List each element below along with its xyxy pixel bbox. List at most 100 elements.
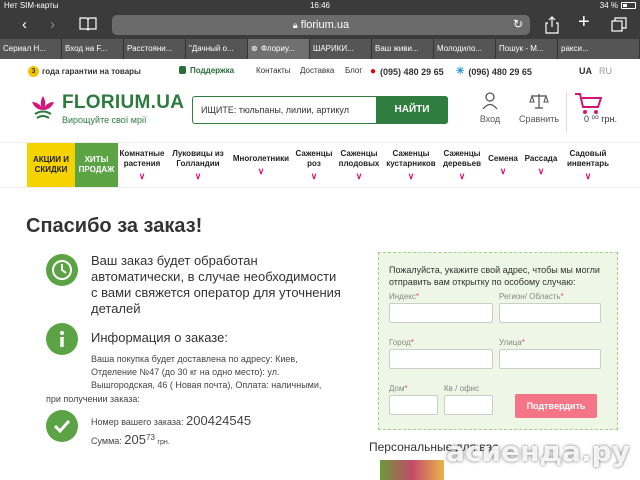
menu-tools[interactable]: Садовый инвентарь ∨ <box>562 143 614 187</box>
support-link[interactable]: Поддержка <box>178 65 234 75</box>
sum-currency: грн. <box>157 439 170 446</box>
login-button[interactable]: Вход <box>470 92 510 124</box>
brand-name: FLORIUM.UA <box>62 92 185 113</box>
compare-button[interactable]: Сравнить <box>519 92 559 124</box>
chevron-down-icon: ∨ <box>257 166 265 176</box>
chevron-down-icon: ∨ <box>355 171 363 181</box>
promo-image[interactable] <box>380 460 444 480</box>
chevron-down-icon: ∨ <box>138 171 146 181</box>
form-note: Пожалуйста, укажите свой адрес, чтобы мы… <box>389 265 600 287</box>
index-label: Индекс* <box>389 292 419 301</box>
url-text[interactable]: 🔒︎ florium.ua <box>112 19 530 31</box>
browser-tab[interactable]: ШАРИКИ... <box>310 39 372 59</box>
menu-fruit[interactable]: Саженцы плодовых ∨ <box>336 143 382 187</box>
top-info-bar: 3 года гарантии на товары Поддержка Конт… <box>0 59 640 84</box>
chevron-down-icon: ∨ <box>194 171 202 181</box>
guarantee-badge: 3 года гарантии на товары <box>28 66 141 77</box>
checkmark-icon <box>46 410 78 442</box>
tab-strip: Сериал Н... Вход на F... Расстояни... "Д… <box>0 39 640 59</box>
tabs-overview-icon[interactable] <box>611 17 627 36</box>
cart-button[interactable]: 0 ⁰⁰ грн. <box>574 92 617 124</box>
browser-tab[interactable]: Молодило... <box>434 39 496 59</box>
category-menu: АКЦИИ И СКИДКИ ХИТЫ ПРОДАЖ Комнатные рас… <box>0 142 640 188</box>
clock: 16:46 <box>309 1 331 10</box>
browser-tab[interactable]: "Дачный о... <box>186 39 248 59</box>
sum-cents: 73 <box>146 433 155 442</box>
blog-link[interactable]: Блог <box>345 66 362 75</box>
confirm-button[interactable]: Подтвердить <box>515 394 597 418</box>
house-label: Дом* <box>389 384 408 393</box>
search-form: ИЩИТЕ: тюльпаны, лилии, артикул НАЙТИ <box>192 96 448 124</box>
brand-tagline: Вирощуйте свої мрії <box>62 115 147 125</box>
browser-tab-active[interactable]: ⊗ Флориу... <box>248 39 310 59</box>
back-icon[interactable]: ‹ <box>22 17 27 32</box>
browser-tab[interactable]: Расстояни... <box>124 39 186 59</box>
contacts-link[interactable]: Контакты <box>256 66 291 75</box>
battery-percent: 34 % <box>599 1 618 10</box>
clock-icon <box>46 254 78 286</box>
close-tab-icon[interactable]: ⊗ <box>251 39 258 59</box>
delivery-text-3: Вышгородская, 46 ( Новая почта), Оплата:… <box>91 380 322 390</box>
browser-tab[interactable]: Сериал Н... <box>0 39 62 59</box>
search-input[interactable]: ИЩИТЕ: тюльпаны, лилии, артикул <box>201 105 349 115</box>
site-logo[interactable]: FLORIUM.UA Вирощуйте свої мрії <box>28 92 184 125</box>
browser-toolbar: ‹ › 🔒︎ florium.ua ↻ + <box>0 12 640 39</box>
street-input[interactable] <box>499 349 601 369</box>
browser-tab[interactable]: Ваш живи... <box>372 39 434 59</box>
lock-icon: 🔒︎ <box>292 20 298 30</box>
city-label: Город* <box>389 338 414 347</box>
forward-icon[interactable]: › <box>50 17 55 32</box>
menu-roses[interactable]: Саженцы роз ∨ <box>294 143 334 187</box>
status-bar: Нет SIM-карты 16:46 34 % <box>0 0 640 12</box>
phone-kyivstar[interactable]: ✳ (096) 480 29 65 <box>456 66 532 77</box>
vodafone-icon: ● <box>370 66 377 77</box>
kyivstar-icon: ✳ <box>456 66 465 77</box>
menu-indoor-plants[interactable]: Комнатные растения ∨ <box>118 143 166 187</box>
index-input[interactable] <box>389 303 493 323</box>
chevron-down-icon: ∨ <box>499 166 507 176</box>
site-header: FLORIUM.UA Вирощуйте свої мрії ИЩИТЕ: тю… <box>0 84 640 142</box>
menu-sales[interactable]: АКЦИИ И СКИДКИ <box>27 143 75 187</box>
delivery-text-1: Ваша покупка будет доставлена по адресу:… <box>91 354 298 364</box>
guarantee-number: 3 <box>28 66 39 77</box>
menu-seedlings[interactable]: Рассада ∨ <box>522 143 560 187</box>
watermark: асиенда.ру <box>446 435 630 468</box>
menu-seeds[interactable]: Семена ∨ <box>486 143 520 187</box>
search-button[interactable]: НАЙТИ <box>376 96 448 124</box>
lang-ru[interactable]: RU <box>599 66 612 76</box>
order-number-label: Номер вашего заказа: <box>91 417 184 427</box>
cart-sum: 0 ⁰⁰ грн. <box>584 114 617 124</box>
chevron-down-icon: ∨ <box>458 171 466 181</box>
reload-icon[interactable]: ↻ <box>513 17 523 31</box>
guarantee-text: года гарантии на товары <box>42 67 141 76</box>
house-input[interactable] <box>389 395 438 415</box>
city-input[interactable] <box>389 349 493 369</box>
processing-text: Ваш заказ будет обработан автоматически,… <box>91 253 341 316</box>
menu-trees[interactable]: Саженцы деревьев ∨ <box>440 143 484 187</box>
share-icon[interactable] <box>545 16 559 37</box>
order-number-row: Номер вашего заказа: 200424545 <box>91 414 251 429</box>
chevron-down-icon: ∨ <box>310 171 318 181</box>
browser-tab[interactable]: Вход на F... <box>62 39 124 59</box>
menu-bulbs[interactable]: Луковицы из Голландии ∨ <box>168 143 228 187</box>
menu-shrubs[interactable]: Саженцы кустарников ∨ <box>384 143 438 187</box>
phone-vodafone[interactable]: ● (095) 480 29 65 <box>370 66 444 77</box>
menu-perennials[interactable]: Многолетники ∨ <box>230 143 292 187</box>
apt-input[interactable] <box>444 395 493 415</box>
info-icon <box>46 323 78 355</box>
region-input[interactable] <box>499 303 601 323</box>
new-tab-icon[interactable]: + <box>578 12 590 32</box>
lang-ua[interactable]: UA <box>579 66 592 76</box>
bookmarks-icon[interactable] <box>79 16 97 34</box>
address-bar[interactable]: 🔒︎ florium.ua ↻ <box>112 15 530 35</box>
browser-tab[interactable]: ракси... <box>558 39 640 59</box>
delivery-link[interactable]: Доставка <box>300 66 334 75</box>
menu-bestsellers[interactable]: ХИТЫ ПРОДАЖ <box>75 143 118 187</box>
browser-tab[interactable]: Пошук - М... <box>496 39 558 59</box>
region-label: Регион/ Область* <box>499 292 564 301</box>
support-icon <box>179 66 186 74</box>
battery-status: 34 % <box>600 1 636 10</box>
chevron-down-icon: ∨ <box>584 171 592 181</box>
delivery-text-2: Отделение №47 (до 30 кг на одно место): … <box>91 367 280 377</box>
order-number: 200424545 <box>186 413 252 428</box>
